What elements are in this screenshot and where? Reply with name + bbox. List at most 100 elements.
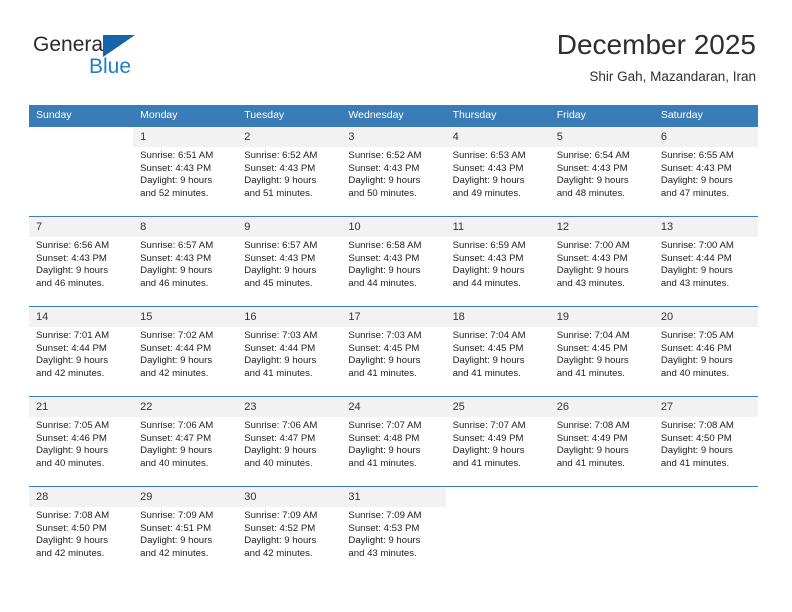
- calendar-cell: 17 Sunrise: 7:03 AM Sunset: 4:45 PM Dayligh…: [341, 306, 446, 397]
- day-sunset-text: Sunset: 4:43 PM: [452, 252, 524, 264]
- day-cell[interactable]: 30 Sunrise: 7:09 AM Sunset: 4:52 PM Dayligh…: [237, 487, 342, 576]
- day-daylight1-text: Daylight: 9 hours: [452, 175, 525, 187]
- day-cell[interactable]: 25 Sunrise: 7:07 AM Sunset: 4:49 PM Dayligh…: [445, 397, 550, 486]
- day-cell[interactable]: 7 Sunrise: 6:56 AM Sunset: 4:43 PM Daylight…: [29, 217, 134, 306]
- day-cell[interactable]: 24 Sunrise: 7:07 AM Sunset: 4:48 PM Dayligh…: [341, 397, 446, 486]
- calendar-week-row: 28 Sunrise: 7:08 AM Sunset: 4:50 PM Dayligh…: [29, 486, 758, 576]
- day-cell-empty: [653, 487, 758, 576]
- calendar-cell: 16 Sunrise: 7:03 AM Sunset: 4:44 PM Dayligh…: [237, 306, 342, 397]
- day-sunrise-text: Sunrise: 7:04 AM: [556, 330, 630, 341]
- calendar-week-row: 1 Sunrise: 6:51 AM Sunset: 4:43 PM Daylight…: [29, 126, 758, 217]
- day-sunrise-text: Sunrise: 7:08 AM: [556, 420, 630, 431]
- day-cell[interactable]: 9 Sunrise: 6:57 AM Sunset: 4:43 PM Daylight…: [237, 217, 342, 306]
- day-info: Sunrise: 7:07 AM Sunset: 4:48 PM Daylight:…: [341, 417, 445, 470]
- weekday-header-wednesday: Wednesday: [341, 105, 446, 127]
- day-cell[interactable]: 8 Sunrise: 6:57 AM Sunset: 4:43 PM Daylight…: [133, 217, 238, 306]
- day-sunset-text: Sunset: 4:43 PM: [556, 162, 628, 174]
- day-info: Sunrise: 6:56 AM Sunset: 4:43 PM Daylight:…: [29, 237, 133, 290]
- page-subtitle: Shir Gah, Mazandaran, Iran: [589, 69, 756, 84]
- day-info: Sunrise: 7:04 AM Sunset: 4:45 PM Daylight:…: [550, 327, 654, 380]
- day-daylight1-text: Daylight: 9 hours: [660, 445, 733, 457]
- day-daylight2-text: and 43 minutes.: [556, 277, 625, 289]
- day-info: Sunrise: 6:51 AM Sunset: 4:43 PM Daylight:…: [133, 147, 237, 200]
- day-number: 14: [29, 307, 134, 327]
- page-header: General Blue December 2025 Shir Gah, Maz…: [0, 0, 792, 104]
- brand-logo[interactable]: General Blue: [33, 33, 153, 85]
- day-cell[interactable]: 1 Sunrise: 6:51 AM Sunset: 4:43 PM Daylight…: [133, 127, 238, 216]
- day-daylight1-text: Daylight: 9 hours: [660, 175, 733, 187]
- day-daylight2-text: and 40 minutes.: [140, 457, 209, 469]
- day-sunrise-text: Sunrise: 7:01 AM: [36, 330, 110, 341]
- day-sunset-text: Sunset: 4:46 PM: [36, 432, 107, 444]
- day-cell-empty: [29, 127, 134, 216]
- calendar-cell: 1 Sunrise: 6:51 AM Sunset: 4:43 PM Daylight…: [133, 126, 238, 217]
- calendar-cell: 15 Sunrise: 7:02 AM Sunset: 4:44 PM Dayligh…: [133, 306, 238, 397]
- day-cell[interactable]: 5 Sunrise: 6:54 AM Sunset: 4:43 PM Daylight…: [549, 127, 654, 216]
- day-cell[interactable]: 13 Sunrise: 7:00 AM Sunset: 4:44 PM Dayligh…: [653, 217, 758, 306]
- day-sunrise-text: Sunrise: 6:56 AM: [36, 240, 110, 251]
- calendar-cell: 9 Sunrise: 6:57 AM Sunset: 4:43 PM Daylight…: [237, 216, 342, 307]
- day-sunrise-text: Sunrise: 7:06 AM: [140, 420, 214, 431]
- day-cell[interactable]: 16 Sunrise: 7:03 AM Sunset: 4:44 PM Dayligh…: [237, 307, 342, 396]
- day-cell[interactable]: 23 Sunrise: 7:06 AM Sunset: 4:47 PM Dayligh…: [237, 397, 342, 486]
- day-cell[interactable]: 15 Sunrise: 7:02 AM Sunset: 4:44 PM Dayligh…: [133, 307, 238, 396]
- day-cell[interactable]: 18 Sunrise: 7:04 AM Sunset: 4:45 PM Dayligh…: [445, 307, 550, 396]
- day-sunrise-text: Sunrise: 7:04 AM: [452, 330, 526, 341]
- day-sunset-text: Sunset: 4:46 PM: [660, 342, 732, 354]
- day-cell[interactable]: 29 Sunrise: 7:09 AM Sunset: 4:51 PM Dayligh…: [133, 487, 238, 576]
- day-daylight1-text: Daylight: 9 hours: [140, 535, 213, 547]
- calendar-cell: 4 Sunrise: 6:53 AM Sunset: 4:43 PM Daylight…: [445, 126, 550, 217]
- day-cell[interactable]: 27 Sunrise: 7:08 AM Sunset: 4:50 PM Dayligh…: [653, 397, 758, 486]
- day-daylight1-text: Daylight: 9 hours: [140, 445, 213, 457]
- day-cell[interactable]: 4 Sunrise: 6:53 AM Sunset: 4:43 PM Daylight…: [445, 127, 550, 216]
- day-number: 3: [341, 127, 446, 147]
- day-cell[interactable]: 11 Sunrise: 6:59 AM Sunset: 4:43 PM Dayligh…: [445, 217, 550, 306]
- day-info: Sunrise: 7:09 AM Sunset: 4:52 PM Daylight:…: [237, 507, 341, 560]
- calendar-cell: 26 Sunrise: 7:08 AM Sunset: 4:49 PM Dayligh…: [549, 396, 654, 487]
- weekday-header-monday: Monday: [133, 105, 238, 127]
- day-sunset-text: Sunset: 4:51 PM: [140, 522, 212, 534]
- day-info: Sunrise: 6:59 AM Sunset: 4:43 PM Daylight:…: [446, 237, 550, 290]
- day-daylight1-text: Daylight: 9 hours: [244, 175, 317, 187]
- day-sunrise-text: Sunrise: 6:53 AM: [452, 150, 526, 161]
- calendar-cell: 23 Sunrise: 7:06 AM Sunset: 4:47 PM Dayligh…: [237, 396, 342, 487]
- brand-general-text: General: [33, 33, 108, 56]
- day-daylight1-text: Daylight: 9 hours: [140, 175, 213, 187]
- day-daylight2-text: and 48 minutes.: [556, 187, 625, 199]
- calendar-cell: [653, 486, 758, 576]
- day-cell[interactable]: 26 Sunrise: 7:08 AM Sunset: 4:49 PM Dayligh…: [549, 397, 654, 486]
- day-daylight1-text: Daylight: 9 hours: [36, 445, 108, 457]
- day-cell[interactable]: 31 Sunrise: 7:09 AM Sunset: 4:53 PM Dayligh…: [341, 487, 446, 576]
- day-info: Sunrise: 7:08 AM Sunset: 4:50 PM Daylight:…: [654, 417, 758, 470]
- day-number: 25: [445, 397, 550, 417]
- day-cell[interactable]: 3 Sunrise: 6:52 AM Sunset: 4:43 PM Daylight…: [341, 127, 446, 216]
- day-sunrise-text: Sunrise: 6:52 AM: [348, 150, 422, 161]
- day-cell[interactable]: 22 Sunrise: 7:06 AM Sunset: 4:47 PM Dayligh…: [133, 397, 238, 486]
- day-info: Sunrise: 7:08 AM Sunset: 4:50 PM Daylight:…: [29, 507, 133, 560]
- day-sunset-text: Sunset: 4:43 PM: [348, 252, 420, 264]
- day-cell[interactable]: 19 Sunrise: 7:04 AM Sunset: 4:45 PM Dayligh…: [549, 307, 654, 396]
- day-number: 1: [133, 127, 238, 147]
- day-cell[interactable]: 20 Sunrise: 7:05 AM Sunset: 4:46 PM Dayligh…: [653, 307, 758, 396]
- day-cell[interactable]: 28 Sunrise: 7:08 AM Sunset: 4:50 PM Dayligh…: [29, 487, 134, 576]
- day-sunset-text: Sunset: 4:43 PM: [244, 252, 316, 264]
- day-cell[interactable]: 12 Sunrise: 7:00 AM Sunset: 4:43 PM Dayligh…: [549, 217, 654, 306]
- day-number: 30: [237, 487, 342, 507]
- day-daylight2-text: and 41 minutes.: [348, 457, 417, 469]
- day-cell[interactable]: 14 Sunrise: 7:01 AM Sunset: 4:44 PM Dayligh…: [29, 307, 134, 396]
- calendar-table: Sunday Monday Tuesday Wednesday Thursday Frid…: [29, 105, 758, 576]
- day-cell[interactable]: 6 Sunrise: 6:55 AM Sunset: 4:43 PM Daylight…: [653, 127, 758, 216]
- day-cell-empty: [549, 487, 654, 576]
- day-number: [653, 487, 758, 507]
- day-info: Sunrise: 6:55 AM Sunset: 4:43 PM Daylight:…: [654, 147, 758, 200]
- calendar-cell: 25 Sunrise: 7:07 AM Sunset: 4:49 PM Dayligh…: [445, 396, 550, 487]
- day-info: Sunrise: 7:03 AM Sunset: 4:44 PM Daylight:…: [237, 327, 341, 380]
- day-cell[interactable]: 21 Sunrise: 7:05 AM Sunset: 4:46 PM Dayligh…: [29, 397, 134, 486]
- day-info: Sunrise: 7:07 AM Sunset: 4:49 PM Daylight:…: [446, 417, 550, 470]
- day-daylight2-text: and 41 minutes.: [348, 367, 417, 379]
- day-info: Sunrise: 7:09 AM Sunset: 4:53 PM Daylight:…: [341, 507, 445, 560]
- day-cell[interactable]: 2 Sunrise: 6:52 AM Sunset: 4:43 PM Daylight…: [237, 127, 342, 216]
- day-cell[interactable]: 10 Sunrise: 6:58 AM Sunset: 4:43 PM Dayligh…: [341, 217, 446, 306]
- day-sunrise-text: Sunrise: 6:58 AM: [348, 240, 422, 251]
- day-cell[interactable]: 17 Sunrise: 7:03 AM Sunset: 4:45 PM Dayligh…: [341, 307, 446, 396]
